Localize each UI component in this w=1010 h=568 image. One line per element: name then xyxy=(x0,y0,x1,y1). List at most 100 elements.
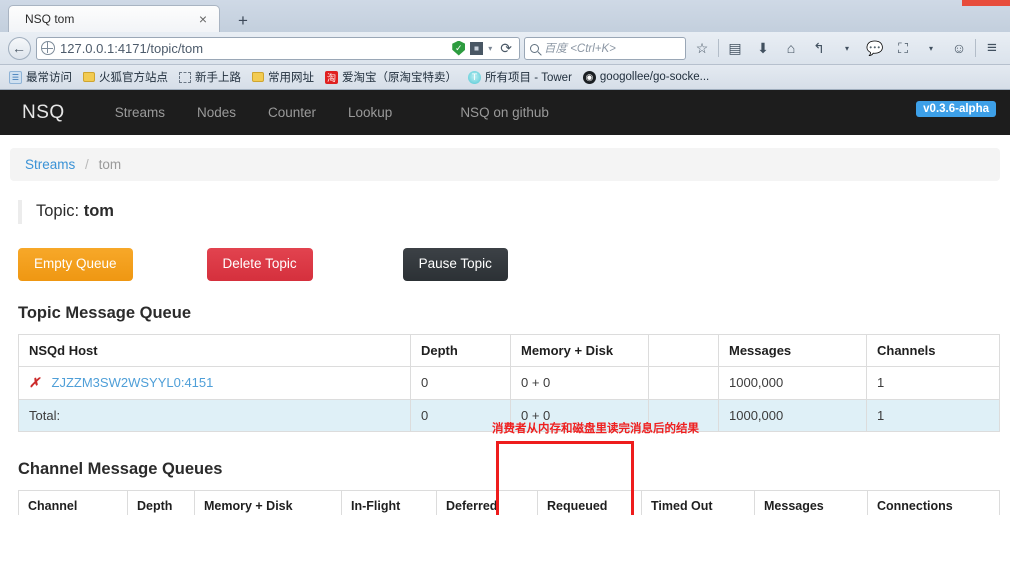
column-header-depth: Depth xyxy=(410,333,511,367)
bookmark-label: 常用网址 xyxy=(268,72,314,84)
cell-depth: 0 xyxy=(410,365,511,400)
column-header-nsqd-host: NSQd Host xyxy=(18,333,411,367)
github-icon: ◉ xyxy=(582,70,596,84)
most-visited-icon: ☰ xyxy=(9,70,22,84)
nsqd-host-link[interactable]: ZJZZM3SW2WSYYL0:4151 xyxy=(52,375,214,390)
download-icon[interactable]: ⬇ xyxy=(751,36,775,60)
cell-blank xyxy=(648,365,719,400)
toolbar-divider xyxy=(975,39,976,57)
bookmark-github-repo[interactable]: ◉ googollee/go-socke... xyxy=(580,70,712,85)
window-close-button[interactable] xyxy=(962,0,1010,6)
table-header-row: NSQd Host Depth Memory + Disk Messages C… xyxy=(18,333,1000,367)
column-header-channels: Channels xyxy=(866,333,1000,367)
bookmark-label: 爱淘宝（原淘宝特卖） xyxy=(342,72,457,84)
bookmark-label: googollee/go-socke... xyxy=(599,71,710,83)
delete-node-icon[interactable]: ✗ xyxy=(29,375,40,390)
nav-item-streams[interactable]: Streams xyxy=(99,105,181,120)
bookmark-label: 最常访问 xyxy=(26,72,72,84)
bookmark-taobao[interactable]: 淘 爱淘宝（原淘宝特卖） xyxy=(322,68,460,86)
delete-topic-button[interactable]: Delete Topic xyxy=(206,247,313,281)
bookmark-common-sites[interactable]: 常用网址 xyxy=(249,68,317,86)
chevron-down-icon[interactable]: ▾ xyxy=(488,44,492,53)
screenshot-dropdown-icon[interactable]: ▾ xyxy=(919,36,943,60)
breadcrumb-streams-link[interactable]: Streams xyxy=(25,157,75,172)
history-back-icon[interactable]: ↰ xyxy=(807,36,831,60)
search-icon xyxy=(530,43,539,53)
page-content: NSQ Streams Nodes Counter Lookup NSQ on … xyxy=(0,90,1010,515)
nsq-navbar: NSQ Streams Nodes Counter Lookup NSQ on … xyxy=(0,90,1010,135)
bookmark-getting-started[interactable]: 新手上路 xyxy=(176,68,244,86)
tab-close-icon[interactable]: × xyxy=(195,12,211,26)
browser-tab[interactable]: NSQ tom × xyxy=(8,5,220,32)
search-placeholder: 百度 <Ctrl+K> xyxy=(544,43,616,55)
empty-queue-button[interactable]: Empty Queue xyxy=(18,247,133,281)
column-header-timed-out: Timed Out xyxy=(641,489,755,515)
tab-title: NSQ tom xyxy=(25,12,75,26)
tab-strip: NSQ tom × + xyxy=(0,0,1010,32)
history-dropdown-icon[interactable]: ▾ xyxy=(835,36,859,60)
smiley-icon[interactable]: ☺ xyxy=(947,36,971,60)
dashed-folder-icon xyxy=(179,71,191,83)
qr-code-icon[interactable] xyxy=(470,41,484,55)
cell-total-label: Total: xyxy=(18,398,411,432)
home-icon[interactable]: ⌂ xyxy=(779,36,803,60)
shield-check-icon[interactable]: ✓ xyxy=(452,40,466,56)
bookmark-label: 火狐官方站点 xyxy=(99,72,168,84)
bookmark-tower[interactable]: T 所有项目 - Tower xyxy=(465,68,575,86)
cell-memory-disk: 0 + 0 xyxy=(510,365,649,400)
breadcrumb: Streams / tom xyxy=(10,148,1000,181)
screenshot-crop-icon[interactable]: ⛶ xyxy=(891,36,915,60)
page-title: Topic: tom xyxy=(18,200,1010,224)
topic-name: tom xyxy=(83,202,114,220)
bookmark-label: 新手上路 xyxy=(195,72,241,84)
nsq-brand[interactable]: NSQ xyxy=(22,102,65,124)
topic-queue-annotation: 消费者从内存和磁盘里读完消息后的结果 xyxy=(492,423,699,435)
table-row: ✗ ZJZZM3SW2WSYYL0:4151 0 0 + 0 1000,000 … xyxy=(18,365,1000,400)
search-box[interactable]: 百度 <Ctrl+K> xyxy=(524,36,686,60)
globe-icon xyxy=(41,41,55,55)
column-header-depth: Depth xyxy=(127,489,195,515)
column-header-requeued: Requeued xyxy=(537,489,642,515)
back-button[interactable]: ← xyxy=(6,36,32,60)
bookmarks-bar: ☰ 最常访问 火狐官方站点 新手上路 常用网址 淘 爱淘宝（原淘宝特卖） T 所… xyxy=(0,65,1010,90)
toolbar-divider xyxy=(718,39,719,57)
cell-channels: 1 xyxy=(866,365,1000,400)
bookmark-label: 所有项目 - Tower xyxy=(485,72,572,84)
menu-hamburger-icon[interactable]: ≡ xyxy=(980,36,1004,60)
column-header-in-flight: In-Flight xyxy=(341,489,437,515)
address-bar[interactable]: 127.0.0.1:4171/topic/tom ✓ ▾ ⟳ xyxy=(36,36,520,60)
nav-item-lookup[interactable]: Lookup xyxy=(332,105,408,120)
channel-queues-title: Channel Message Queues xyxy=(18,459,223,478)
library-icon[interactable]: ▤ xyxy=(723,36,747,60)
bookmark-firefox-site[interactable]: 火狐官方站点 xyxy=(80,68,171,86)
column-header-memory-disk: Memory + Disk xyxy=(194,489,342,515)
browser-window: NSQ tom × + ← 127.0.0.1:4171/topic/tom ✓… xyxy=(0,0,1010,568)
cell-nsqd-host: ✗ ZJZZM3SW2WSYYL0:4151 xyxy=(18,365,411,400)
bookmark-most-visited[interactable]: ☰ 最常访问 xyxy=(6,68,75,86)
topic-action-buttons: Empty Queue Delete Topic Pause Topic xyxy=(18,247,1010,281)
tower-icon: T xyxy=(468,70,481,84)
new-tab-button[interactable]: + xyxy=(230,12,256,29)
nav-item-github[interactable]: NSQ on github xyxy=(444,105,565,120)
reload-icon[interactable]: ⟳ xyxy=(497,40,515,57)
breadcrumb-current: tom xyxy=(98,157,122,172)
pause-topic-button[interactable]: Pause Topic xyxy=(402,247,508,281)
column-header-blank xyxy=(648,333,719,367)
chat-icon[interactable]: 💬 xyxy=(863,36,887,60)
back-arrow-icon: ← xyxy=(7,36,31,60)
folder-icon xyxy=(252,72,264,82)
column-header-connections: Connections xyxy=(867,489,1000,515)
topic-queue-title: Topic Message Queue xyxy=(18,303,191,322)
table-header-row: Channel Depth Memory + Disk In-Flight De… xyxy=(18,489,1000,515)
taobao-icon: 淘 xyxy=(325,70,338,84)
folder-icon xyxy=(83,72,95,82)
cell-messages: 1000,000 xyxy=(718,365,867,400)
column-header-messages: Messages xyxy=(718,333,867,367)
nav-item-nodes[interactable]: Nodes xyxy=(181,105,252,120)
column-header-channel: Channel xyxy=(18,489,128,515)
version-badge: v0.3.6-alpha xyxy=(916,101,996,117)
cell-total-messages: 1000,000 xyxy=(718,398,867,432)
channel-message-queues-table: Channel Depth Memory + Disk In-Flight De… xyxy=(18,489,1000,515)
bookmark-star-icon[interactable]: ☆ xyxy=(690,36,714,60)
nav-item-counter[interactable]: Counter xyxy=(252,105,332,120)
